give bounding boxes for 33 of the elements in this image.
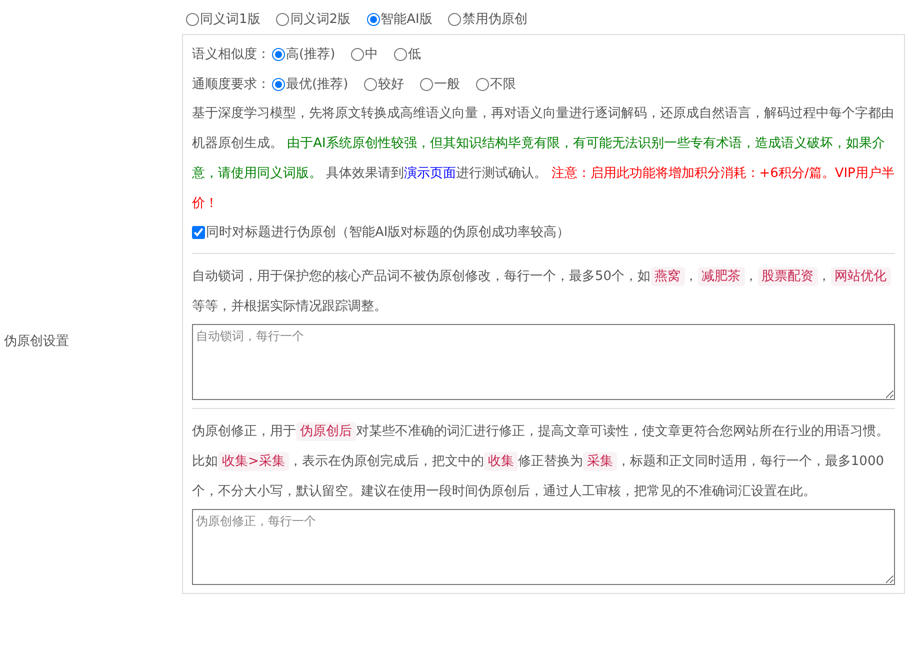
radio-button[interactable] bbox=[448, 12, 462, 26]
option-label[interactable]: 中 bbox=[365, 45, 378, 63]
checkbox[interactable] bbox=[192, 226, 205, 238]
option-label[interactable]: 高(推荐) bbox=[286, 45, 336, 63]
radio-button[interactable] bbox=[186, 12, 199, 26]
description-text: 自动锁词，用于保护您的核心产品词不被伪原创修改，每行一个，最多50个，如 燕窝 ， 减肥茶 ， 股票配资 ， 网站优化 等等，并根据实际情况跟踪调整。 bbox=[192, 262, 895, 322]
option-label[interactable]: 同义词2版 bbox=[290, 10, 351, 28]
option-label[interactable]: 禁用伪原创 bbox=[462, 10, 528, 28]
radio-button[interactable] bbox=[394, 48, 408, 60]
option-label[interactable]: 不限 bbox=[490, 75, 516, 93]
radio-button[interactable] bbox=[364, 78, 378, 90]
radio-button[interactable] bbox=[351, 48, 364, 60]
radio-button[interactable] bbox=[276, 12, 290, 26]
radio-button[interactable] bbox=[476, 78, 490, 90]
radio-button[interactable] bbox=[366, 12, 380, 26]
radio-button[interactable] bbox=[272, 78, 285, 90]
option-label[interactable]: 同义词1版 bbox=[200, 10, 260, 28]
option-label[interactable]: 低 bbox=[408, 45, 422, 63]
option-label[interactable]: 较好 bbox=[378, 75, 404, 93]
description-text: 伪原创修正，用于 伪原创后 对某些不准确的词汇进行修正，提高文章可读性，使文章更符合您网站所在行业的用语习惯。比如 收集>采集 ，表示在伪原创完成后，把文中的 收集 修正替换为 采集 ，标题和正文同时适用，每行一个，最多1000个，不分大小写，默认留空。建议在使用一段时间伪原创后，通过人工审核，把常见的不准确词汇设置在此。 bbox=[192, 421, 890, 501]
lock-words-field[interactable]: 自动锁词，每行一个 bbox=[192, 324, 895, 400]
demo-page-link[interactable]: 演示页面 bbox=[404, 166, 456, 181]
description-text: 基于深度学习模型，先将原文转换成高维语义向量，再对语义向量进行逐词解码，还原成自然语言，解码过程中每个字都由机器原创生成。 由于AI系统原创性较强，但其知识结构毕竟有限，有可能无法识别一些专有术语，造成语义破坏，如果介意，请使用同义词版。 具体效果请到演示页面进行测试确认。 注意：启用此功能将增加积分消耗：+6积分/篇。VIP用户半价！ bbox=[192, 105, 895, 213]
radio-button[interactable] bbox=[272, 48, 285, 60]
option-label[interactable]: 一般 bbox=[434, 75, 460, 93]
field-label: 通顺度要求： bbox=[192, 76, 270, 93]
option-label[interactable]: 最优(推荐) bbox=[286, 75, 348, 93]
corrections-field[interactable]: 伪原创修正，每行一个 bbox=[192, 509, 895, 585]
option-label[interactable]: 智能AI版 bbox=[380, 10, 432, 28]
radio-button[interactable] bbox=[420, 78, 434, 90]
settings-label: 伪原创设置 bbox=[4, 333, 69, 350]
checkbox-label[interactable]: 同时对标题进行伪原创（智能AI版对标题的伪原创成功率较高） bbox=[206, 223, 570, 241]
field-label: 语义相似度： bbox=[192, 46, 270, 63]
